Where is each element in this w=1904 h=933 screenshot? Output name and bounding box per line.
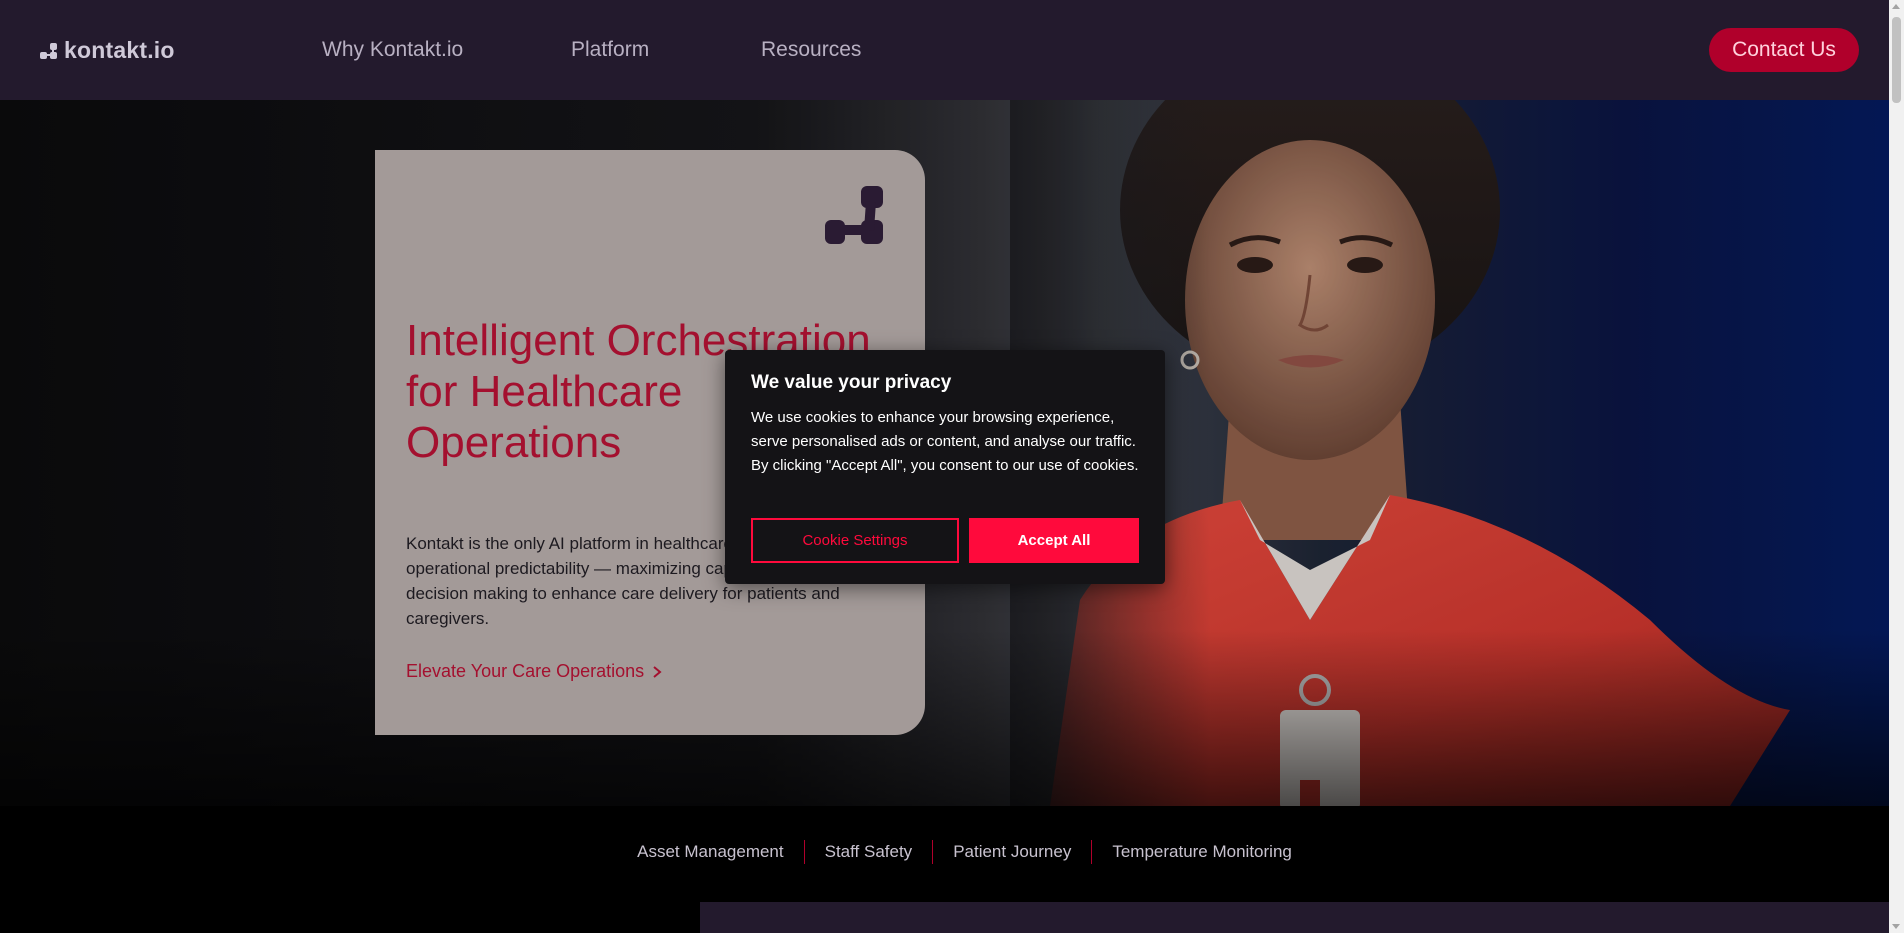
nav-link-why-kontakt[interactable]: Why Kontakt.io [322,38,463,62]
scroll-down-arrow-icon[interactable] [1892,924,1900,929]
solution-tabs: Asset Management Staff Safety Patient Jo… [0,840,1889,864]
cookie-dialog-text: We use cookies to enhance your browsing … [751,409,1139,474]
tab-asset-management[interactable]: Asset Management [617,840,803,864]
content-panel-top [700,902,1889,933]
site-logo[interactable]: kontakt.io [40,37,175,64]
scroll-thumb[interactable] [1892,17,1901,103]
cookie-dialog-actions: Cookie Settings Accept All [751,518,1139,563]
cookie-consent-dialog: We value your privacy We use cookies to … [725,350,1165,584]
top-nav: kontakt.io Why Kontakt.io Platform Resou… [0,0,1889,100]
scroll-up-arrow-icon[interactable] [1892,4,1900,9]
cookie-dialog-title: We value your privacy [751,372,952,393]
cta-label: Elevate Your Care Operations [406,661,645,681]
accept-all-button[interactable]: Accept All [969,518,1139,563]
elevate-care-operations-link[interactable]: Elevate Your Care Operations [406,661,662,682]
contact-us-button[interactable]: Contact Us [1709,28,1859,72]
page-scrollbar[interactable] [1889,0,1904,933]
tab-temperature-monitoring[interactable]: Temperature Monitoring [1091,840,1312,864]
kontakt-logo-icon [825,186,883,244]
chevron-right-icon [653,665,662,678]
kontakt-logo-icon [40,42,57,59]
cookie-settings-button[interactable]: Cookie Settings [751,518,959,563]
tab-staff-safety[interactable]: Staff Safety [803,840,933,864]
nav-link-resources[interactable]: Resources [761,38,861,62]
solutions-strip: Asset Management Staff Safety Patient Jo… [0,806,1889,933]
tab-patient-journey[interactable]: Patient Journey [932,840,1091,864]
nav-link-platform[interactable]: Platform [571,38,649,62]
logo-text: kontakt.io [64,37,175,63]
